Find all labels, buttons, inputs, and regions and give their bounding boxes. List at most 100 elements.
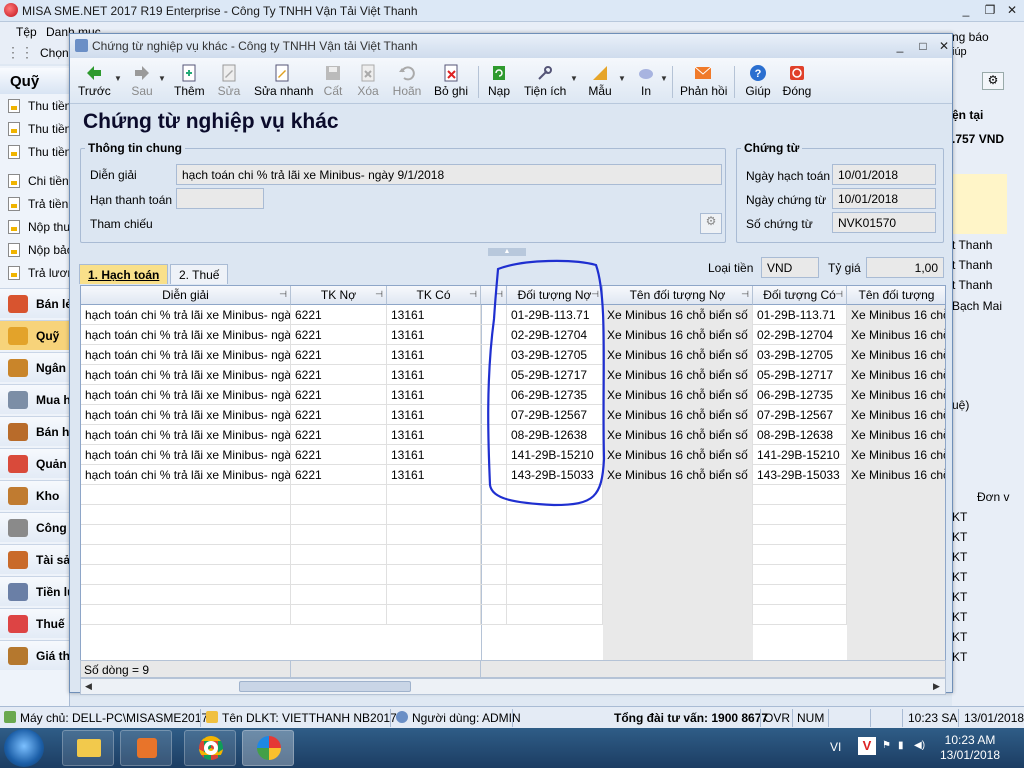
minimize-icon[interactable]: _ [958,2,974,18]
cell-tk-co[interactable]: 13161 [387,445,481,465]
cell-tk-no[interactable]: 6221 [291,345,387,365]
cell-tk-co[interactable] [387,565,481,585]
cell-ten-doi-tuong-no[interactable] [603,585,753,605]
menu-tep[interactable]: Tệp [16,25,37,39]
left-item-nop-bao[interactable]: Nộp bảo [0,239,70,261]
module-mua-hang[interactable]: Mua h [0,384,70,414]
module-tai-san[interactable]: Tài sả [0,544,70,574]
cell-tk-co[interactable]: 13161 [387,465,481,485]
cell-blank[interactable] [481,585,507,605]
cell-ten-doi-tuong-co[interactable] [847,525,945,545]
reload-button[interactable]: Nạp [486,64,512,102]
cell-blank[interactable] [481,525,507,545]
cell-doi-tuong-co[interactable] [753,545,847,565]
cell-ten-doi-tuong-co[interactable] [847,565,945,585]
cell-doi-tuong-co[interactable]: 08-29B-12638 [753,425,847,445]
cell-doi-tuong-co[interactable]: 143-29B-15033 [753,465,847,485]
cell-tk-no[interactable]: 6221 [291,425,387,445]
pin-icon[interactable]: ⊣ [469,289,477,300]
col-header-ten-doi-tuong-no[interactable]: Tên đối tượng Nợ ⊣ [603,286,753,305]
left-item-tra-luong[interactable]: Trả lương [0,262,70,284]
cell-tk-no[interactable]: 6221 [291,445,387,465]
media-taskbar-button[interactable] [120,730,172,766]
chon-button[interactable]: Chọn [40,46,69,60]
cell-doi-tuong-co[interactable]: 01-29B-113.71 [753,305,847,325]
tray-flag-icon[interactable]: ⚑ [882,740,891,751]
cell-tk-no[interactable]: 6221 [291,385,387,405]
col-header-ten-doi-tuong-co[interactable]: Tên đối tượng [847,286,945,305]
module-cong-cu[interactable]: Công c [0,512,70,542]
cell-ten-doi-tuong-no[interactable]: Xe Minibus 16 chỗ biển số [603,365,753,385]
cell-dien-giai[interactable] [81,565,291,585]
module-quy[interactable]: Quỹ [0,320,70,350]
cell-doi-tuong-co[interactable] [753,605,847,625]
cell-ten-doi-tuong-no[interactable]: Xe Minibus 16 chỗ biển số [603,385,753,405]
cell-blank[interactable] [481,565,507,585]
cell-tk-no[interactable] [291,485,387,505]
cell-ten-doi-tuong-no[interactable] [603,505,753,525]
cell-dien-giai[interactable]: hạch toán chi % trả lãi xe Minibus- ngà [81,405,291,425]
module-tien-luong[interactable]: Tiền lư [0,576,70,606]
cell-doi-tuong-co[interactable] [753,485,847,505]
delete-button[interactable]: Xóa [356,64,380,102]
chevron-down-icon[interactable]: ▼ [114,74,122,83]
cell-tk-no[interactable] [291,505,387,525]
so-chung-tu-field[interactable]: NVK01570 [832,212,936,233]
cell-tk-no[interactable]: 6221 [291,325,387,345]
cell-dien-giai[interactable] [81,485,291,505]
table-row[interactable] [81,605,945,625]
cell-doi-tuong-co[interactable] [753,565,847,585]
cell-doi-tuong-no[interactable] [507,525,603,545]
pin-icon[interactable]: ⊣ [279,289,287,300]
table-row[interactable] [81,565,945,585]
horizontal-scrollbar[interactable]: ◀ ▶ [80,678,946,695]
cell-tk-no[interactable] [291,585,387,605]
cell-ten-doi-tuong-co[interactable]: Xe Minibus 16 chỗ [847,305,945,325]
close-icon[interactable]: ✕ [1004,2,1020,18]
cell-dien-giai[interactable] [81,605,291,625]
chevron-down-icon[interactable]: ▼ [158,74,166,83]
scroll-left-icon[interactable]: ◀ [85,681,92,692]
col-header-tk-co[interactable]: TK Có ⊣ [387,286,481,305]
cell-tk-no[interactable]: 6221 [291,365,387,385]
module-gia-thanh[interactable]: Giá th [0,640,70,670]
left-item-chi-tien[interactable]: Chi tiền [0,170,70,192]
left-item-thu-tien-3[interactable]: Thu tiền [0,141,70,163]
col-header-dien-giai[interactable]: Diễn giải ⊣ [81,286,291,305]
cell-tk-co[interactable]: 13161 [387,345,481,365]
cell-dien-giai[interactable]: hạch toán chi % trả lãi xe Minibus- ngà [81,425,291,445]
print-button[interactable]: In [634,64,658,102]
cell-dien-giai[interactable]: hạch toán chi % trả lãi xe Minibus- ngà [81,445,291,465]
cell-dien-giai[interactable]: hạch toán chi % trả lãi xe Minibus- ngà [81,385,291,405]
unikey-icon[interactable]: V [858,737,876,755]
cell-dien-giai[interactable]: hạch toán chi % trả lãi xe Minibus- ngà [81,365,291,385]
next-button[interactable]: Sau [128,64,156,102]
feedback-button[interactable]: Phản hồi [680,64,727,102]
cell-ten-doi-tuong-no[interactable]: Xe Minibus 16 chỗ biển số [603,345,753,365]
save-button[interactable]: Cất [322,64,344,102]
cell-doi-tuong-co[interactable]: 07-29B-12567 [753,405,847,425]
help-button[interactable]: ? Giúp [744,64,772,102]
cell-ten-doi-tuong-no[interactable] [603,605,753,625]
cell-doi-tuong-co[interactable]: 02-29B-12704 [753,325,847,345]
cell-tk-no[interactable]: 6221 [291,305,387,325]
pin-icon[interactable]: ⊣ [375,289,383,300]
cell-doi-tuong-co[interactable]: 03-29B-12705 [753,345,847,365]
misa-taskbar-button[interactable] [242,730,294,766]
cell-tk-co[interactable]: 13161 [387,365,481,385]
tab-thue[interactable]: 2. Thuế [170,264,229,284]
cell-ten-doi-tuong-co[interactable]: Xe Minibus 16 chỗ [847,425,945,445]
chrome-taskbar-button[interactable] [184,730,236,766]
tab-hach-toan[interactable]: 1. Hạch toán [79,264,169,284]
ngay-chung-tu-field[interactable]: 10/01/2018 [832,188,936,209]
left-item-thu-tien-2[interactable]: Thu tiền [0,118,70,140]
unpost-button[interactable]: Bỏ ghi [434,64,468,102]
prev-button[interactable]: Trước [78,64,111,102]
cell-dien-giai[interactable] [81,545,291,565]
maximize-icon[interactable]: ❐ [982,2,998,18]
module-ban-hang[interactable]: Bán hà [0,416,70,446]
explorer-taskbar-button[interactable] [62,730,114,766]
cell-ten-doi-tuong-no[interactable]: Xe Minibus 16 chỗ biển số [603,465,753,485]
cell-doi-tuong-co[interactable] [753,505,847,525]
table-row[interactable] [81,525,945,545]
